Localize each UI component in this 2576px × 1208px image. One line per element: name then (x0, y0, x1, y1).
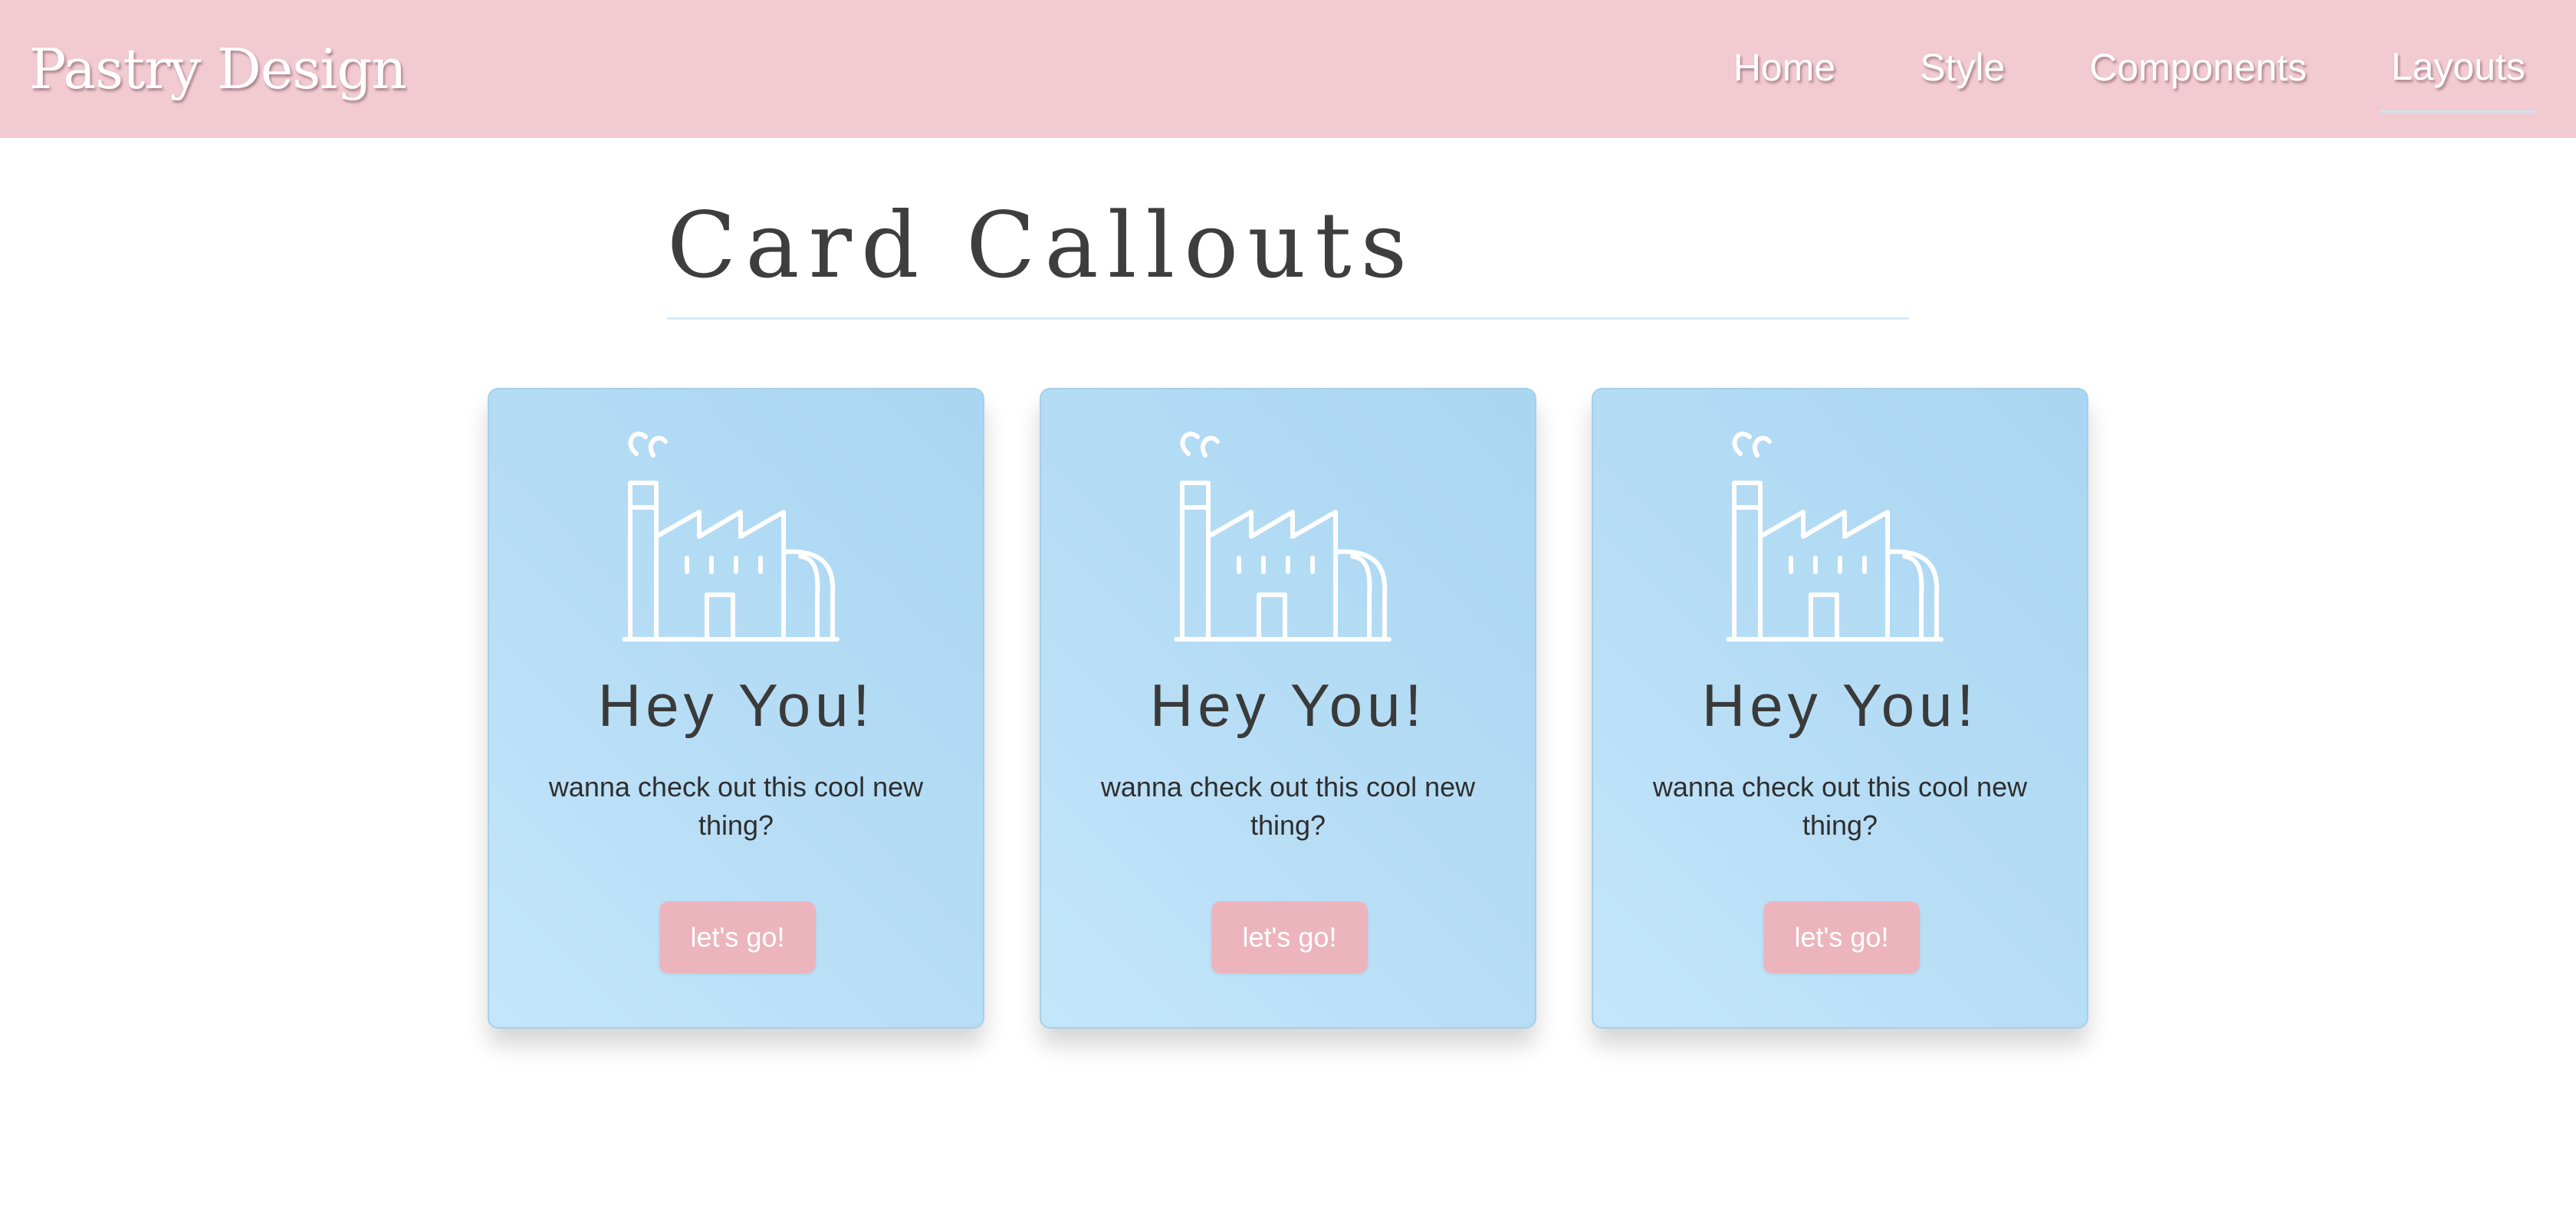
card-text: wanna check out this cool new thing? (1100, 771, 1476, 841)
nav-menu: Home Style Components Layouts (1661, 0, 2538, 138)
lets-go-button[interactable]: let's go! (1211, 901, 1368, 973)
nav-link-home[interactable]: Home (1721, 27, 1848, 111)
callout-card: Hey You! wanna check out this cool new t… (1592, 388, 2088, 1029)
card-title: Hey You! (1149, 671, 1427, 739)
card-title: Hey You! (597, 671, 875, 739)
lets-go-button[interactable]: let's go! (1763, 901, 1920, 973)
factory-icon (1175, 432, 1392, 642)
title-divider (667, 317, 1909, 320)
brand-logo[interactable]: Pastry Design (29, 31, 407, 107)
callout-card: Hey You! wanna check out this cool new t… (488, 388, 984, 1029)
page-title: Card Callouts (667, 192, 1417, 298)
callout-card: Hey You! wanna check out this cool new t… (1040, 388, 1536, 1029)
nav-link-components[interactable]: Components (2077, 27, 2319, 111)
card-text: wanna check out this cool new thing? (548, 771, 924, 841)
factory-icon (623, 432, 840, 642)
top-navbar: Pastry Design Home Style Components Layo… (0, 0, 2576, 138)
factory-icon (1727, 432, 1944, 642)
card-title: Hey You! (1701, 671, 1979, 739)
lets-go-button[interactable]: let's go! (659, 901, 816, 973)
nav-link-style[interactable]: Style (1907, 27, 2017, 111)
card-text: wanna check out this cool new thing? (1652, 771, 2028, 841)
nav-link-layouts[interactable]: Layouts (2378, 26, 2538, 113)
